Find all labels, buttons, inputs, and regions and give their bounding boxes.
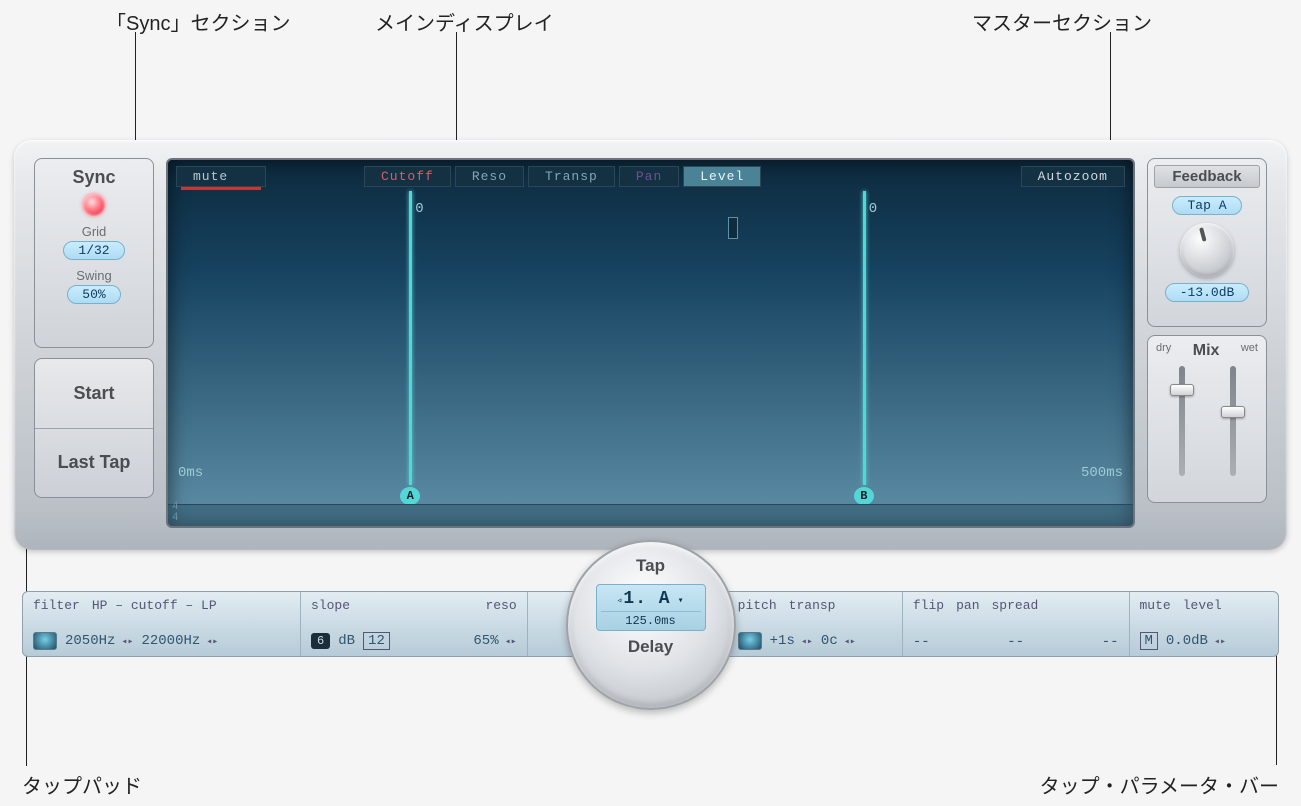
anno-line xyxy=(135,32,136,142)
pan-value[interactable]: -- xyxy=(1007,634,1024,650)
tap-delay-wheel[interactable]: Tap 1. A 125.0ms Delay xyxy=(566,540,736,710)
spread-label: spread xyxy=(992,598,1039,613)
annotation-tappad: タップパッド xyxy=(22,770,142,799)
flip-value[interactable]: -- xyxy=(913,634,930,650)
level-group: mute level M 0.0dB xyxy=(1130,592,1279,656)
tap-a-line[interactable]: A xyxy=(409,191,412,485)
transp-tab[interactable]: Transp xyxy=(528,166,615,187)
transp-value[interactable]: 0c xyxy=(821,633,856,649)
feedback-value[interactable]: -13.0dB xyxy=(1165,283,1250,302)
display-body[interactable]: A 0 B 0 0ms 500ms xyxy=(168,191,1133,485)
hp-lp-label: HP – cutoff – LP xyxy=(92,598,217,613)
tap-b-marker[interactable]: B xyxy=(854,487,874,505)
plugin-body: Sync Grid 1/32 Swing 50% Start Last Tap … xyxy=(14,140,1287,550)
display-scrollbar[interactable]: 4 4 xyxy=(168,504,1133,526)
hp-value[interactable]: 2050Hz xyxy=(65,633,133,649)
pan-group: flip pan spread -- -- -- xyxy=(903,592,1130,656)
tap-a-marker[interactable]: A xyxy=(400,487,420,505)
pitch-group: pitch transp +1s 0c xyxy=(728,592,903,656)
sync-section: Sync Grid 1/32 Swing 50% xyxy=(34,158,154,348)
pitch-power-button[interactable] xyxy=(738,632,762,650)
grid-label: Grid xyxy=(41,224,147,239)
pan-label: pan xyxy=(956,598,979,613)
tap-a-value: 0 xyxy=(415,201,423,217)
tap-selected[interactable]: 1. A xyxy=(601,589,701,609)
last-tap-pad[interactable]: Last Tap xyxy=(35,429,153,498)
sync-title: Sync xyxy=(41,167,147,188)
spread-value[interactable]: -- xyxy=(1102,634,1119,650)
feedback-knob[interactable] xyxy=(1180,223,1234,277)
main-display: mute Cutoff Reso Transp Pan Level Autozo… xyxy=(166,158,1135,528)
mix-dry-label: dry xyxy=(1156,342,1171,360)
master-section: Feedback Tap A -13.0dB dry Mix wet xyxy=(1147,158,1267,503)
wet-slider[interactable] xyxy=(1230,366,1236,476)
mute-value[interactable]: M xyxy=(1140,632,1158,650)
pitch-label: pitch xyxy=(738,598,777,613)
annotation-sync: 「Sync」セクション xyxy=(106,7,290,36)
level-tab[interactable]: Level xyxy=(683,166,761,187)
feedback-tap-select[interactable]: Tap A xyxy=(1172,196,1241,215)
annotation-master: マスターセクション xyxy=(972,7,1152,36)
pan-tab[interactable]: Pan xyxy=(619,166,679,187)
slope-label: slope xyxy=(311,598,350,613)
dry-slider[interactable] xyxy=(1179,366,1185,476)
level-value[interactable]: 0.0dB xyxy=(1166,633,1226,649)
filter-group: filter HP – cutoff – LP 2050Hz 22000Hz xyxy=(23,592,301,656)
pitch-value[interactable]: +1s xyxy=(770,633,813,649)
mix-wet-label: wet xyxy=(1241,342,1258,360)
anno-line xyxy=(456,32,457,142)
reso-value[interactable]: 65% xyxy=(473,633,516,649)
flip-label: flip xyxy=(913,598,944,613)
start-pad[interactable]: Start xyxy=(35,359,153,429)
grid-value[interactable]: 1/32 xyxy=(63,241,124,260)
anno-line xyxy=(1110,32,1111,142)
slope-reso-group: slope reso 6 dB 12 65% xyxy=(301,592,528,656)
time-end: 500ms xyxy=(1081,465,1123,481)
sync-led[interactable] xyxy=(83,194,105,216)
slope-6[interactable]: 6 xyxy=(311,633,330,649)
level-label: level xyxy=(1183,598,1222,613)
mix-title: Mix xyxy=(1193,342,1220,360)
dry-slider-thumb[interactable] xyxy=(1170,384,1194,396)
transp-label: transp xyxy=(789,598,836,613)
tap-wheel-screen[interactable]: 1. A 125.0ms xyxy=(596,584,706,631)
display-tabs: mute Cutoff Reso Transp Pan Level Autozo… xyxy=(168,160,1133,191)
time-sig-den: 4 xyxy=(172,513,179,524)
slope-12[interactable]: 12 xyxy=(363,632,390,650)
mix-box: dry Mix wet xyxy=(1147,335,1267,504)
tap-pads: Start Last Tap xyxy=(34,358,154,498)
mute-label: mute xyxy=(1140,598,1171,613)
feedback-title: Feedback xyxy=(1154,165,1260,188)
tap-wheel-bottom-label: Delay xyxy=(568,637,734,657)
slope-db-unit: dB xyxy=(338,633,355,649)
mute-tab[interactable]: mute xyxy=(176,166,266,187)
feedback-box: Feedback Tap A -13.0dB xyxy=(1147,158,1267,327)
time-start: 0ms xyxy=(178,465,203,481)
swing-value[interactable]: 50% xyxy=(67,285,120,304)
lp-value[interactable]: 22000Hz xyxy=(141,633,218,649)
cutoff-tab[interactable]: Cutoff xyxy=(364,166,451,187)
annotation-main: メインディスプレイ xyxy=(375,7,554,36)
annotation-parambar: タップ・パラメータ・バー xyxy=(1040,770,1279,799)
autozoom-button[interactable]: Autozoom xyxy=(1021,166,1125,187)
tap-delay-time[interactable]: 125.0ms xyxy=(601,611,701,628)
swing-label: Swing xyxy=(41,268,147,283)
filter-label: filter xyxy=(33,598,80,613)
tap-wheel-top-label: Tap xyxy=(568,556,734,576)
tap-b-line[interactable]: B xyxy=(863,191,866,485)
filter-power-button[interactable] xyxy=(33,632,57,650)
tap-b-value: 0 xyxy=(869,201,877,217)
reso-label: reso xyxy=(485,598,516,613)
tap-handle[interactable] xyxy=(728,217,738,239)
wet-slider-thumb[interactable] xyxy=(1221,406,1245,418)
reso-tab[interactable]: Reso xyxy=(455,166,524,187)
